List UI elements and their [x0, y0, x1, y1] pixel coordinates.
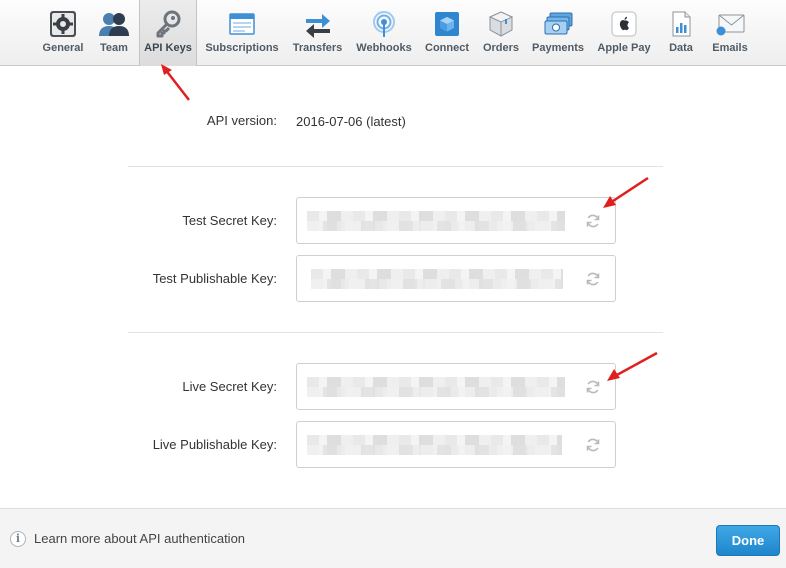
learn-more-link[interactable]: Learn more about API authentication — [34, 531, 245, 546]
box-icon — [487, 10, 515, 38]
tab-data[interactable]: Data — [665, 0, 697, 65]
tab-label: Subscriptions — [205, 42, 279, 54]
tab-label: API Keys — [144, 42, 192, 54]
browser-window-icon — [228, 10, 256, 38]
money-icon — [544, 10, 573, 38]
tab-team[interactable]: Team — [96, 0, 132, 65]
api-keys-panel: API version: 2016-07-06 (latest) Test Se… — [0, 66, 786, 508]
tab-general[interactable]: General — [37, 0, 89, 65]
redacted-key-value — [311, 269, 563, 289]
broadcast-icon — [370, 10, 398, 38]
tab-orders[interactable]: Orders — [480, 0, 522, 65]
tab-label: Team — [100, 42, 128, 54]
redacted-key-value — [307, 211, 565, 231]
tab-label: Payments — [532, 42, 584, 54]
apple-icon — [610, 10, 638, 38]
tab-connect[interactable]: Connect — [423, 0, 471, 65]
tab-api-keys[interactable]: API Keys — [139, 0, 197, 66]
dialog-footer: i Learn more about API authentication Do… — [0, 508, 786, 568]
tab-label: Emails — [712, 42, 748, 54]
transfer-arrows-icon — [304, 10, 332, 38]
test-secret-key-field[interactable] — [296, 197, 616, 244]
envelope-icon — [716, 10, 745, 38]
live-publishable-key-field[interactable] — [296, 421, 616, 468]
tab-apple-pay[interactable]: Apple Pay — [596, 0, 652, 65]
settings-toolbar: General Team API Keys Subscriptions Tran… — [0, 0, 786, 66]
divider — [128, 166, 663, 167]
tab-webhooks[interactable]: Webhooks — [355, 0, 413, 65]
tab-subscriptions[interactable]: Subscriptions — [204, 0, 280, 65]
live-secret-key-field[interactable] — [296, 363, 616, 410]
redacted-key-value — [307, 435, 562, 455]
tab-payments[interactable]: Payments — [530, 0, 586, 65]
divider — [128, 332, 663, 333]
users-icon — [99, 10, 129, 38]
redacted-key-value — [307, 377, 565, 397]
info-icon: i — [10, 531, 26, 547]
live-secret-key-label: Live Secret Key: — [182, 379, 277, 394]
tab-label: Orders — [482, 42, 520, 54]
document-chart-icon — [667, 10, 695, 38]
live-publishable-key-label: Live Publishable Key: — [152, 437, 277, 452]
tab-label: Connect — [425, 42, 469, 54]
roll-key-icon[interactable] — [585, 271, 601, 287]
roll-key-icon[interactable] — [585, 437, 601, 453]
tab-label: Webhooks — [356, 42, 412, 54]
cube-icon — [433, 10, 461, 38]
test-publishable-key-field[interactable] — [296, 255, 616, 302]
key-icon — [154, 10, 182, 38]
tab-label: Transfers — [292, 42, 343, 54]
tab-label: Data — [669, 42, 693, 54]
roll-key-icon[interactable] — [585, 213, 601, 229]
api-version-value[interactable]: 2016-07-06 (latest) — [296, 114, 406, 129]
gear-icon — [49, 10, 77, 38]
api-version-label: API version: — [206, 113, 277, 128]
tab-label: General — [42, 42, 84, 54]
test-publishable-key-label: Test Publishable Key: — [152, 271, 277, 286]
roll-key-icon[interactable] — [585, 379, 601, 395]
tab-emails[interactable]: Emails — [709, 0, 751, 65]
tab-transfers[interactable]: Transfers — [291, 0, 344, 65]
tab-label: Apple Pay — [597, 42, 651, 54]
done-button[interactable]: Done — [716, 525, 780, 556]
test-secret-key-label: Test Secret Key: — [182, 213, 277, 228]
